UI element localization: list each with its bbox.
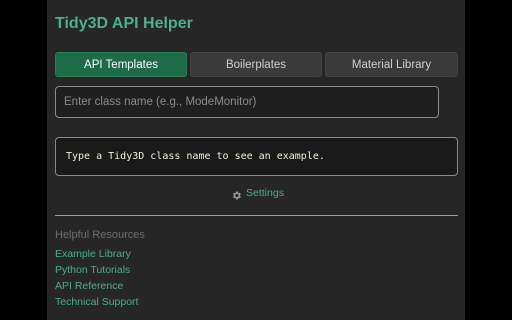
tab-material-library[interactable]: Material Library (325, 52, 458, 77)
app-title: Tidy3D API Helper (55, 15, 193, 32)
link-example-library[interactable]: Example Library (55, 247, 138, 263)
settings-button[interactable]: Settings (231, 186, 284, 200)
tab-boilerplates[interactable]: Boilerplates (190, 52, 322, 77)
divider (55, 215, 458, 216)
tab-api-templates[interactable]: API Templates (55, 52, 187, 77)
gear-icon (231, 188, 242, 200)
resources-heading: Helpful Resources (55, 229, 145, 241)
link-technical-support[interactable]: Technical Support (55, 295, 138, 311)
resources-list: Example Library Python Tutorials API Ref… (55, 247, 138, 311)
tab-bar: API Templates Boilerplates Material Libr… (55, 52, 458, 78)
class-name-input[interactable] (55, 86, 439, 118)
link-python-tutorials[interactable]: Python Tutorials (55, 263, 138, 279)
link-api-reference[interactable]: API Reference (55, 279, 138, 295)
settings-label: Settings (246, 187, 284, 199)
example-output: Type a Tidy3D class name to see an examp… (55, 137, 458, 176)
helper-panel: Tidy3D API Helper API Templates Boilerpl… (47, 0, 465, 320)
